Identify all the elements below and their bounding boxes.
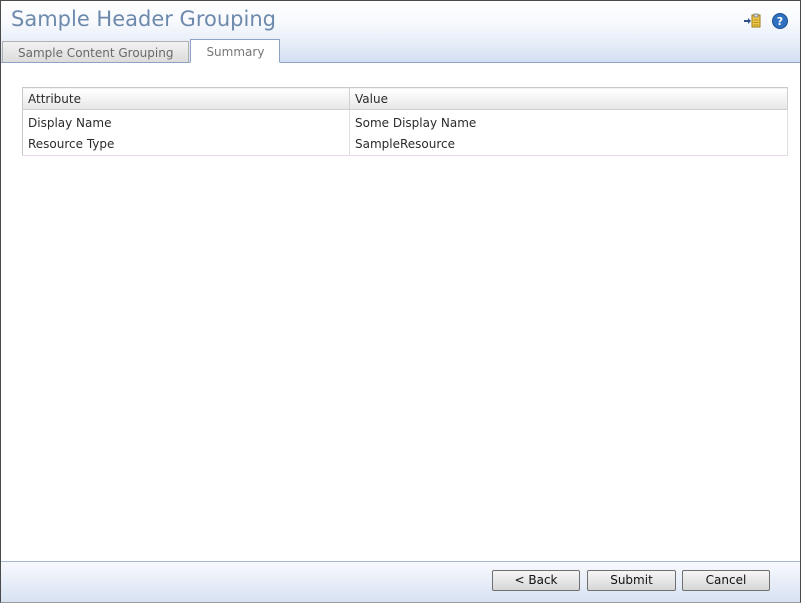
table-row: Resource Type SampleResource: [22, 133, 788, 156]
tab-strip: Sample Content Grouping Summary: [2, 39, 281, 63]
value-cell: SampleResource: [349, 133, 788, 156]
summary-table: Attribute Value Display Name Some Displa…: [22, 87, 788, 156]
footer-bar: < Back Submit Cancel: [1, 561, 800, 602]
back-button[interactable]: < Back: [492, 570, 580, 591]
cancel-button[interactable]: Cancel: [682, 570, 770, 591]
tab-summary[interactable]: Summary: [190, 39, 281, 63]
column-header-attribute[interactable]: Attribute: [22, 87, 350, 110]
table-header-row: Attribute Value: [22, 87, 788, 110]
column-header-value[interactable]: Value: [349, 87, 788, 110]
attribute-cell: Display Name: [22, 109, 350, 133]
export-icon[interactable]: [743, 12, 761, 30]
attribute-cell: Resource Type: [22, 133, 350, 156]
help-icon[interactable]: ?: [771, 12, 789, 30]
table-row: Display Name Some Display Name: [22, 109, 788, 133]
submit-button[interactable]: Submit: [587, 570, 676, 591]
page-title: Sample Header Grouping: [11, 7, 276, 31]
tab-sample-content-grouping[interactable]: Sample Content Grouping: [2, 41, 190, 63]
svg-text:?: ?: [777, 15, 783, 28]
wizard-window: Sample Header Grouping ? Sample Content …: [0, 0, 801, 603]
header: Sample Header Grouping ? Sample Content …: [1, 1, 800, 63]
value-cell: Some Display Name: [349, 109, 788, 133]
